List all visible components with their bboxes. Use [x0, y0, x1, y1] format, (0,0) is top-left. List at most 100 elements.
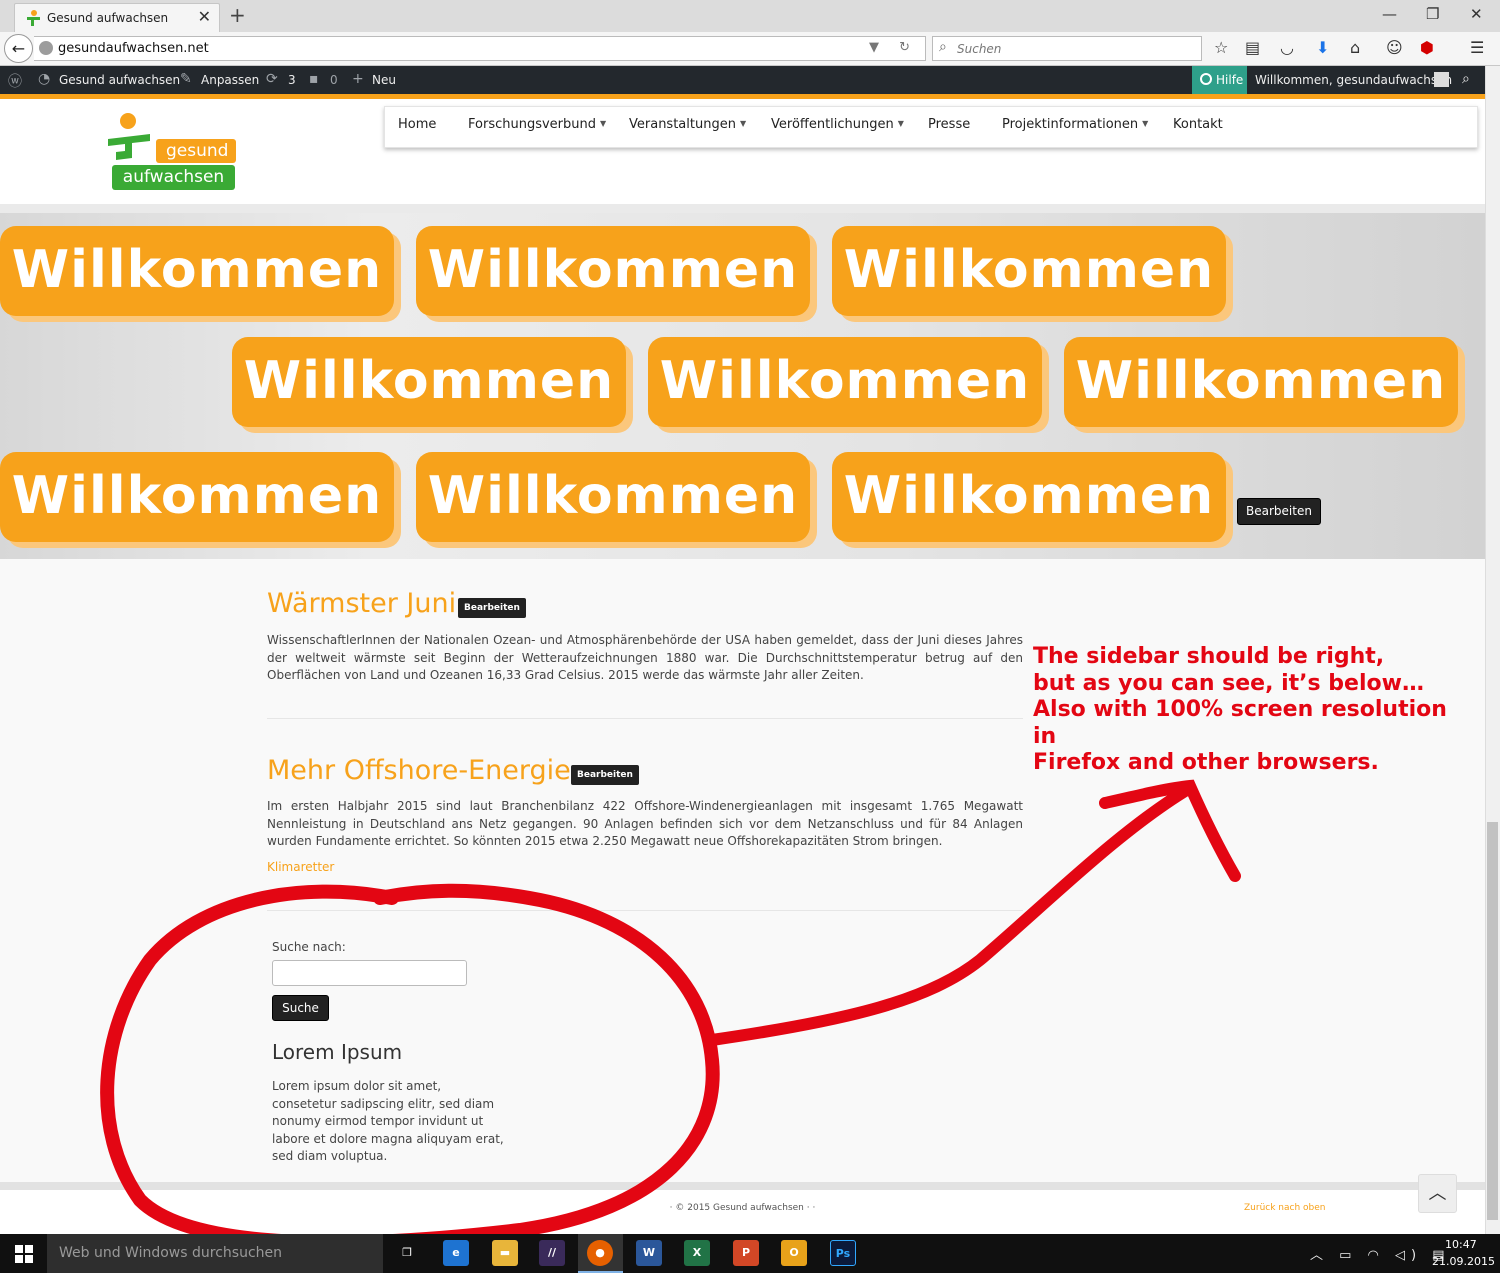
- search-input[interactable]: [272, 960, 467, 986]
- admin-search-icon[interactable]: ⌕: [1462, 71, 1470, 87]
- annotation-line: but as you can see, it’s below…: [1033, 670, 1424, 696]
- chevron-down-icon: ▼: [1142, 119, 1149, 128]
- menu-item-label: Presse: [928, 117, 971, 132]
- avatar[interactable]: [1434, 72, 1449, 87]
- menu-item-presse[interactable]: Presse: [928, 117, 970, 132]
- banner-gap: [0, 204, 1485, 213]
- windows-start-icon[interactable]: [15, 1245, 33, 1263]
- menu-item-kontakt[interactable]: Kontakt: [1173, 117, 1223, 132]
- download-icon[interactable]: ⬇: [1316, 38, 1329, 57]
- tab-title: Gesund aufwachsen: [47, 11, 169, 25]
- url-text: gesundaufwachsen.net: [58, 41, 209, 56]
- widget-text: Lorem ipsum dolor sit amet, consetetur s…: [272, 1079, 504, 1163]
- browser-nav-bar: ← gesundaufwachsen.net ▼ ↻ ⌕ Suchen: [0, 32, 1500, 66]
- menu-item-forschungsverbund[interactable]: Forschungsverbund ▼: [468, 117, 606, 132]
- banner-edit-button[interactable]: Bearbeiten: [1237, 498, 1321, 525]
- help-icon: [1200, 73, 1212, 85]
- admin-new[interactable]: Neu: [372, 73, 396, 87]
- main-menu: Home Forschungsverbund ▼ Veranstaltungen ▼…: [384, 106, 1478, 148]
- menu-item-veranstaltungen[interactable]: Veranstaltungen ▼: [629, 117, 746, 132]
- chevron-up-icon: ︿: [1428, 1183, 1447, 1204]
- menu-item-label: Veranstaltungen: [629, 117, 736, 132]
- search-icon: ⌕: [939, 39, 947, 55]
- post-edit-button[interactable]: Bearbeiten: [571, 765, 639, 785]
- pocket-icon[interactable]: ◡: [1280, 38, 1294, 57]
- willkommen-badge: Willkommen: [232, 337, 626, 427]
- browser-tab[interactable]: Gesund aufwachsen ✕: [14, 3, 220, 32]
- search-placeholder: Suchen: [957, 42, 1002, 56]
- browser-search-input[interactable]: ⌕ Suchen: [932, 36, 1202, 61]
- window-close-icon[interactable]: ✕: [1470, 5, 1483, 23]
- post-edit-button[interactable]: Bearbeiten: [458, 598, 526, 618]
- search-label: Suche nach:: [272, 940, 346, 954]
- annotation-text: The sidebar should be right, but as you …: [1033, 644, 1473, 777]
- word-icon[interactable]: W: [636, 1240, 662, 1266]
- comments-count[interactable]: 0: [330, 73, 338, 87]
- wordpress-icon[interactable]: ⓦ: [8, 71, 22, 91]
- updates-count[interactable]: 3: [288, 73, 296, 87]
- restore-icon[interactable]: ❐: [1426, 5, 1439, 23]
- post-title[interactable]: Wärmster Juni: [267, 588, 456, 619]
- chevron-down-icon: ▼: [739, 119, 747, 128]
- post-excerpt: Im ersten Halbjahr 2015 sind laut Branch…: [267, 799, 1023, 848]
- taskbar-search-placeholder: Web und Windows durchsuchen: [59, 1245, 283, 1261]
- scrollbar-thumb[interactable]: [1487, 822, 1498, 1220]
- reading-list-icon[interactable]: ▤: [1245, 38, 1260, 57]
- taskbar-search-input[interactable]: Web und Windows durchsuchen: [47, 1234, 383, 1273]
- help-button[interactable]: Hilfe: [1192, 66, 1247, 94]
- clock-time[interactable]: 10:47: [1445, 1238, 1477, 1251]
- outlook-icon[interactable]: O: [781, 1240, 807, 1266]
- home-icon[interactable]: ⌂: [1350, 38, 1360, 57]
- menu-icon[interactable]: ☰: [1470, 38, 1484, 57]
- star-icon[interactable]: ☆: [1214, 38, 1228, 57]
- tab-close-icon[interactable]: ✕: [198, 7, 211, 26]
- photoshop-icon[interactable]: Ps: [830, 1240, 856, 1266]
- menu-item-label: Projektinformationen: [1002, 117, 1139, 132]
- annotation-line: Also with 100% screen resolution in: [1033, 697, 1447, 749]
- back-to-top-link[interactable]: Zurück nach oben: [1244, 1203, 1326, 1213]
- task-view-icon[interactable]: ❐: [394, 1240, 420, 1266]
- wp-admin-bar: ⓦ ◔ Gesund aufwachsen ✎ Anpassen ⟳ 3 ▪ 0…: [0, 66, 1485, 94]
- menu-item-home[interactable]: Home: [398, 117, 436, 132]
- updates-icon: ⟳: [266, 71, 278, 87]
- menu-item-label: Kontakt: [1173, 117, 1223, 132]
- menu-item-projektinformationen[interactable]: Projektinformationen ▼: [1002, 117, 1148, 132]
- back-button[interactable]: ←: [4, 34, 33, 63]
- explorer-icon[interactable]: ▬: [492, 1240, 518, 1266]
- new-tab-icon[interactable]: +: [229, 3, 246, 27]
- willkommen-badge: Willkommen: [1064, 337, 1458, 427]
- site-logo[interactable]: gesund aufwachsen: [106, 112, 236, 192]
- admin-site-name[interactable]: Gesund aufwachsen: [59, 73, 180, 87]
- admin-customize[interactable]: Anpassen: [201, 73, 259, 87]
- scroll-top-button[interactable]: ︿: [1418, 1174, 1457, 1213]
- edge-icon[interactable]: e: [443, 1240, 469, 1266]
- annotation-line: The sidebar should be right,: [1033, 644, 1385, 669]
- url-actions[interactable]: ▼ ↻: [869, 40, 918, 55]
- chat-icon[interactable]: ☺: [1386, 38, 1403, 57]
- plus-icon: +: [352, 71, 364, 87]
- adblock-icon[interactable]: ⬢: [1420, 38, 1434, 57]
- powerpoint-icon[interactable]: P: [733, 1240, 759, 1266]
- comments-icon: ▪: [309, 71, 319, 87]
- annotation-line: Firefox and other browsers.: [1033, 750, 1379, 775]
- willkommen-badge: Willkommen: [832, 226, 1226, 316]
- site-favicon-icon: [24, 9, 42, 31]
- brush-icon: ✎: [180, 71, 192, 87]
- dashboard-icon: ◔: [38, 71, 51, 87]
- admin-welcome[interactable]: Willkommen, gesundaufwachsen: [1255, 73, 1452, 87]
- menu-item-veroeffentlichungen[interactable]: Veröffentlichungen ▼: [771, 117, 904, 132]
- menu-item-label: Veröffentlichungen: [771, 117, 894, 132]
- willkommen-badge: Willkommen: [648, 337, 1042, 427]
- post-separator: [267, 910, 1023, 911]
- minimize-icon[interactable]: —: [1382, 5, 1397, 23]
- firefox-icon[interactable]: ●: [587, 1240, 613, 1266]
- app-icon[interactable]: //: [539, 1240, 565, 1266]
- post-title[interactable]: Mehr Offshore-Energie: [267, 755, 571, 786]
- system-tray-icons[interactable]: ︿ ▭ ◠ ◁) ▤: [1310, 1244, 1451, 1263]
- search-button[interactable]: Suche: [272, 995, 329, 1021]
- excel-icon[interactable]: X: [684, 1240, 710, 1266]
- post-excerpt: WissenschaftlerInnen der Nationalen Ozea…: [267, 633, 1023, 682]
- post-source-link[interactable]: Klimaretter: [267, 860, 334, 874]
- url-bar[interactable]: gesundaufwachsen.net ▼ ↻: [34, 36, 926, 61]
- clock-date[interactable]: 21.09.2015: [1432, 1255, 1495, 1268]
